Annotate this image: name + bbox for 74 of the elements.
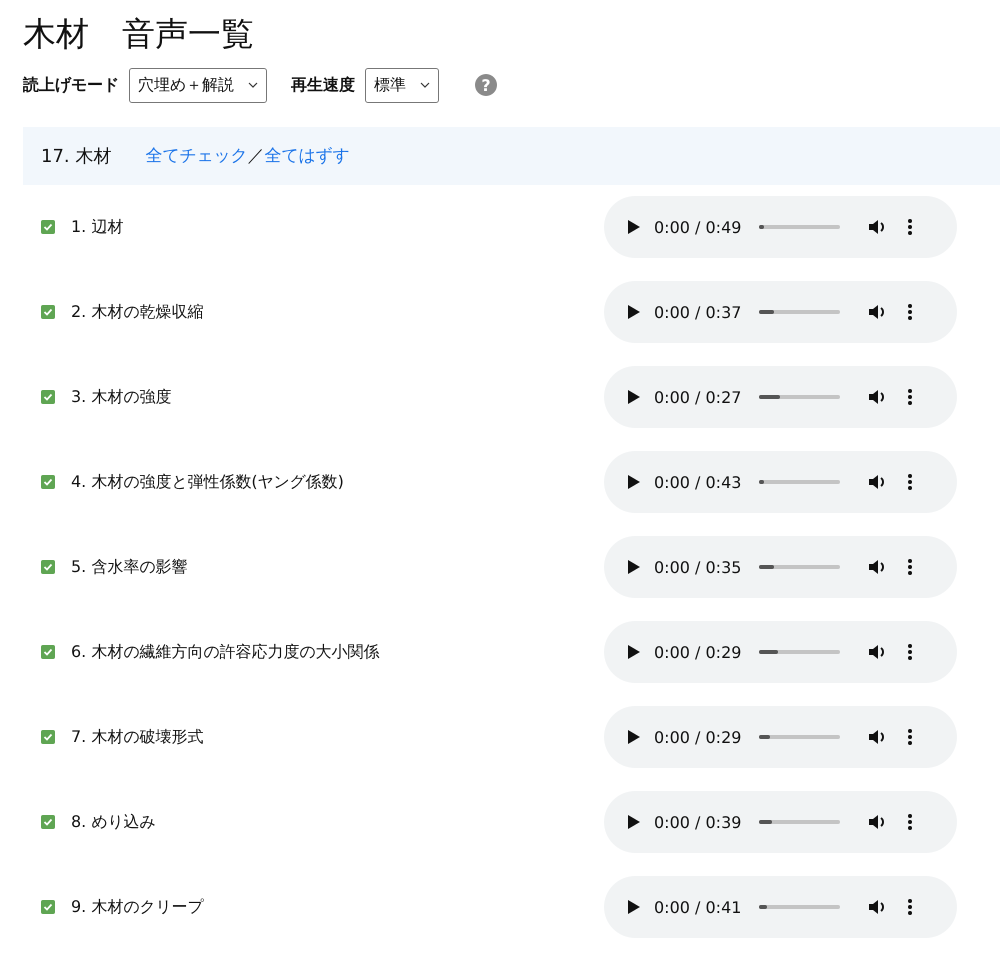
checkbox[interactable]: [41, 475, 55, 490]
item-label: 6. 木材の繊維方向の許容応力度の大小関係: [71, 642, 380, 663]
more-options-icon[interactable]: [908, 899, 912, 916]
page-title: 木材 音声一覧: [23, 14, 255, 54]
audio-player[interactable]: 0:00 / 0:49: [604, 196, 957, 258]
more-options-icon[interactable]: [908, 559, 912, 576]
checkbox[interactable]: [41, 900, 55, 914]
checkbox[interactable]: [41, 730, 55, 744]
check-all-link[interactable]: 全てチェック: [145, 144, 248, 168]
dropdown-select[interactable]: 標準: [365, 68, 439, 103]
item-label: 9. 木材のクリープ: [71, 896, 205, 918]
time-display: 0:00 / 0:29: [654, 728, 742, 747]
more-options-icon[interactable]: [908, 389, 912, 406]
caret-icon: [248, 82, 258, 88]
time-display: 0:00 / 0:37: [654, 302, 742, 322]
play-icon[interactable]: [628, 730, 640, 744]
audio-player[interactable]: 0:00 / 0:27: [604, 366, 957, 428]
audio-player[interactable]: 0:00 / 0:41: [604, 876, 957, 938]
progress-track[interactable]: [759, 905, 840, 910]
item-label: 1. 辺材: [71, 216, 124, 238]
time-display: 0:00 / 0:29: [654, 642, 742, 662]
time-display: 0:00 / 0:49: [654, 218, 742, 237]
more-options-icon[interactable]: [908, 644, 912, 660]
audio-player[interactable]: 0:00 / 0:43: [604, 451, 957, 514]
play-icon[interactable]: [628, 305, 640, 320]
time-display: 0:00 / 0:39: [654, 812, 742, 832]
progress-track[interactable]: [759, 395, 840, 400]
dropdown-select[interactable]: 穴埋め＋解説: [129, 68, 267, 103]
select-label: 読上げモード: [23, 74, 119, 96]
audio-player[interactable]: 0:00 / 0:35: [604, 536, 957, 598]
audio-player[interactable]: 0:00 / 0:29: [604, 706, 957, 768]
play-icon[interactable]: [628, 900, 640, 914]
checkbox[interactable]: [41, 560, 55, 574]
select-label: 再生速度: [291, 74, 355, 96]
progress-track[interactable]: [759, 650, 840, 654]
caret-icon: [420, 82, 430, 88]
separator: ／: [247, 145, 264, 168]
checkbox[interactable]: [41, 390, 55, 404]
play-icon[interactable]: [628, 220, 640, 234]
play-icon[interactable]: [628, 645, 640, 660]
more-options-icon[interactable]: [908, 219, 912, 236]
more-options-icon[interactable]: [908, 474, 912, 490]
progress-track[interactable]: [759, 310, 840, 314]
section-heading: 17. 木材: [41, 144, 112, 168]
audio-player[interactable]: 0:00 / 0:39: [604, 791, 957, 854]
play-icon[interactable]: [628, 475, 640, 490]
time-display: 0:00 / 0:35: [654, 558, 742, 577]
progress-track[interactable]: [759, 565, 840, 570]
item-label: 8. めり込み: [71, 812, 156, 833]
more-options-icon[interactable]: [908, 304, 912, 320]
item-label: 3. 木材の強度: [71, 386, 172, 408]
checkbox[interactable]: [41, 220, 55, 234]
item-label: 7. 木材の破壊形式: [71, 726, 204, 748]
checkbox[interactable]: [41, 305, 55, 320]
time-display: 0:00 / 0:27: [654, 388, 742, 407]
audio-player[interactable]: 0:00 / 0:37: [604, 281, 957, 344]
checkbox[interactable]: [41, 645, 55, 660]
audio-player[interactable]: 0:00 / 0:29: [604, 621, 957, 684]
uncheck-all-link[interactable]: 全てはずす: [264, 144, 350, 168]
item-label: 4. 木材の強度と弾性係数(ヤング係数): [71, 472, 345, 493]
item-label: 5. 含水率の影響: [71, 556, 188, 578]
progress-track[interactable]: [759, 480, 840, 484]
more-options-icon[interactable]: [908, 729, 912, 746]
play-icon[interactable]: [628, 390, 640, 404]
item-label: 2. 木材の乾燥収縮: [71, 302, 204, 323]
play-icon[interactable]: [628, 815, 640, 830]
time-display: 0:00 / 0:43: [654, 472, 742, 492]
progress-track[interactable]: [759, 735, 840, 740]
time-display: 0:00 / 0:41: [654, 898, 742, 917]
play-icon[interactable]: [628, 560, 640, 574]
progress-track[interactable]: [759, 820, 840, 824]
more-options-icon[interactable]: [908, 814, 912, 830]
progress-track[interactable]: [759, 225, 840, 230]
checkbox[interactable]: [41, 815, 55, 830]
